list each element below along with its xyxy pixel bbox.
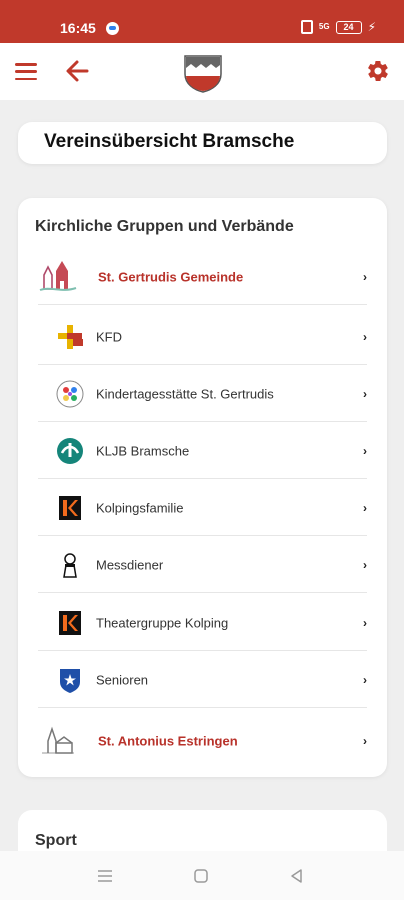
- list-item-kljb-bramsche[interactable]: KLJB Bramsche ›: [38, 422, 367, 479]
- list-item-st-gertrudis-gemeinde[interactable]: St. Gertrudis Gemeinde ›: [38, 248, 367, 305]
- list-item-kindertagesstaette[interactable]: Kindertagesstätte St. Gertrudis ›: [38, 365, 367, 422]
- menu-icon[interactable]: [15, 63, 37, 80]
- recent-apps-icon[interactable]: [96, 867, 114, 885]
- status-bar: 16:45 5G 24 ⚡: [0, 0, 404, 43]
- chevron-right-icon: ›: [363, 269, 367, 284]
- gear-icon[interactable]: [366, 59, 390, 83]
- status-time: 16:45: [60, 20, 96, 36]
- divider: [38, 592, 367, 593]
- kfd-logo: [58, 324, 83, 349]
- list-item-label: Kindertagesstätte St. Gertrudis: [96, 386, 274, 401]
- list-item-theatergruppe-kolping[interactable]: Theatergruppe Kolping ›: [38, 594, 367, 651]
- list-item-kfd[interactable]: KFD ›: [38, 308, 367, 365]
- cloud-icon: [106, 22, 119, 35]
- kolping-logo: [59, 610, 81, 635]
- church-logo: [39, 260, 77, 291]
- list-item-messdiener[interactable]: Messdiener ›: [38, 536, 367, 593]
- chevron-right-icon: ›: [363, 615, 367, 630]
- list-item-label: Theatergruppe Kolping: [96, 615, 229, 630]
- section-title: Kirchliche Gruppen und Verbände: [35, 218, 294, 235]
- list-item-label: Messdiener: [96, 557, 164, 572]
- messdiener-logo: [63, 552, 77, 578]
- chevron-right-icon: ›: [363, 329, 367, 344]
- sim-icon: [300, 20, 313, 34]
- chapel-logo: [42, 726, 74, 754]
- kolping-logo: [59, 495, 81, 520]
- home-icon[interactable]: [192, 867, 210, 885]
- chevron-right-icon: ›: [363, 500, 367, 515]
- chevron-right-icon: ›: [363, 672, 367, 687]
- system-navigation-bar: [0, 851, 404, 900]
- list-item-kolpingsfamilie[interactable]: Kolpingsfamilie ›: [38, 479, 367, 536]
- battery-icon: 24: [335, 20, 362, 34]
- page-title: Vereinsübersicht Bramsche: [44, 131, 295, 152]
- church-groups-card: Kirchliche Gruppen und Verbände St. Gert…: [18, 198, 387, 777]
- bramsche-crest-logo: [184, 55, 222, 93]
- chevron-right-icon: ›: [363, 443, 367, 458]
- system-icons: 5G 24 ⚡: [300, 20, 376, 34]
- list-item-st-antonius-estringen[interactable]: St. Antonius Estringen ›: [38, 712, 367, 769]
- network-indicator: 5G: [318, 22, 330, 31]
- page-title-card: Vereinsübersicht Bramsche: [18, 122, 387, 164]
- arrow-left-icon[interactable]: [64, 57, 90, 85]
- chevron-right-icon: ›: [363, 557, 367, 572]
- list-item-label: Senioren: [96, 672, 149, 687]
- list-item-label: KFD: [96, 329, 122, 344]
- list-item-label: St. Gertrudis Gemeinde: [98, 269, 244, 284]
- senioren-logo: [60, 668, 80, 693]
- chevron-right-icon: ›: [363, 733, 367, 748]
- charging-icon: ⚡: [367, 20, 376, 34]
- list-item-label: KLJB Bramsche: [96, 443, 190, 458]
- list-item-label: Kolpingsfamilie: [96, 500, 184, 515]
- divider: [38, 707, 367, 708]
- list-item-senioren[interactable]: Senioren ›: [38, 651, 367, 708]
- kljb-logo: [57, 437, 83, 464]
- back-nav-icon[interactable]: [288, 867, 306, 885]
- app-bar: [0, 43, 404, 100]
- kita-logo: [56, 380, 84, 407]
- chevron-right-icon: ›: [363, 386, 367, 401]
- section-title: Sport: [35, 832, 77, 849]
- list-item-label: St. Antonius Estringen: [98, 733, 238, 748]
- divider: [38, 304, 367, 305]
